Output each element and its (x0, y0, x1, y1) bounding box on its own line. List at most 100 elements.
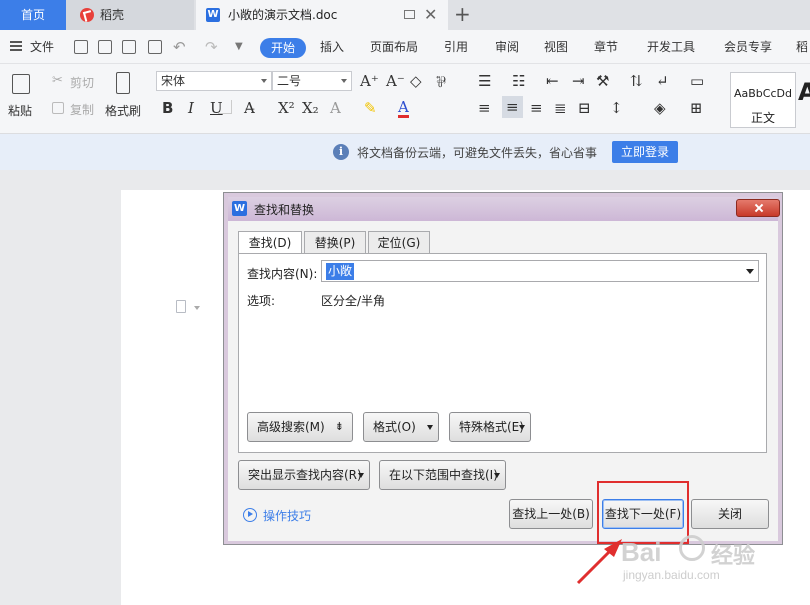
menu-review[interactable]: 审阅 (495, 30, 519, 64)
font-name-select[interactable]: 宋体 (156, 71, 272, 91)
font-size-select[interactable]: 二号 (272, 71, 352, 91)
decrease-indent-icon[interactable]: ⇤ (546, 72, 559, 90)
tab-daoke[interactable]: 稻壳 (66, 0, 194, 30)
tab-replace[interactable]: 替换(P) (304, 231, 366, 253)
borders-icon[interactable]: ⊞ (690, 99, 703, 117)
menu-developer[interactable]: 开发工具 (647, 30, 695, 64)
paste-icon[interactable] (12, 74, 30, 94)
highlight-results-label: 突出显示查找内容(R) (248, 468, 362, 482)
quick-access-more-icon[interactable]: ▼ (235, 30, 243, 64)
show-marks-icon[interactable]: ↵ (656, 72, 669, 90)
options-value: 区分全/半角 (321, 294, 386, 308)
menu-bar: 文件 ↶ ↷ ▼ 开始 插入 页面布局 引用 审阅 视图 章节 开发工具 会员专… (0, 30, 810, 64)
find-history-dropdown-icon[interactable] (746, 269, 754, 274)
strikethrough-icon[interactable]: A̶ (244, 99, 255, 117)
undo-icon[interactable]: ↶ (173, 30, 186, 64)
close-button[interactable]: 关闭 (691, 499, 769, 529)
sort-icon[interactable]: ⇅ (630, 72, 643, 90)
style-name: 正文 (751, 111, 776, 125)
save-icon[interactable] (74, 40, 88, 54)
distributed-icon[interactable]: ⊟ (578, 99, 591, 117)
bullet-list-icon[interactable]: ☰ (478, 72, 491, 90)
special-format-label: 特殊格式(E) (459, 420, 524, 434)
info-icon: i (333, 144, 349, 160)
chinese-layout-icon[interactable]: ⚒ (596, 72, 609, 90)
special-format-button[interactable]: 特殊格式(E) (449, 412, 531, 442)
print-icon[interactable] (98, 40, 112, 54)
menu-file[interactable]: 文件 (30, 30, 54, 64)
export-pdf-icon[interactable] (122, 40, 136, 54)
writer-app-icon: W (232, 201, 247, 216)
login-button[interactable]: 立即登录 (612, 141, 678, 163)
copy-label[interactable]: 复制 (70, 101, 94, 118)
format-button[interactable]: 格式(O) (363, 412, 439, 442)
print-preview-icon[interactable] (148, 40, 162, 54)
menu-page-layout[interactable]: 页面布局 (370, 30, 418, 64)
highlight-results-button[interactable]: 突出显示查找内容(R) (238, 460, 370, 490)
heading-style-preview[interactable]: A (798, 78, 810, 106)
paw-logo-icon (679, 535, 705, 561)
tab-find[interactable]: 查找(D) (238, 231, 302, 255)
tab-daoke-label: 稻壳 (100, 8, 125, 22)
menu-start[interactable]: 开始 (260, 38, 306, 58)
find-input[interactable]: 小敞 (321, 260, 759, 282)
chevron-down-icon (519, 425, 525, 430)
grow-font-icon[interactable]: A⁺ (360, 72, 379, 90)
menu-references[interactable]: 引用 (444, 30, 468, 64)
menu-view[interactable]: 视图 (544, 30, 568, 64)
tab-home[interactable]: 首页 (0, 0, 66, 30)
menu-insert[interactable]: 插入 (320, 30, 344, 64)
subscript-icon[interactable]: X₂ (302, 99, 319, 117)
close-tab-icon[interactable]: ✕ (424, 0, 437, 30)
ruler-icon[interactable]: ▭ (690, 72, 704, 90)
options-label: 选项: (247, 294, 276, 308)
tips-label: 操作技巧 (263, 509, 312, 523)
style-normal[interactable]: AaBbCcDd 正文 (730, 72, 796, 128)
font-color-icon[interactable]: A (398, 99, 409, 118)
menu-member[interactable]: 会员专享 (724, 30, 772, 64)
superscript-icon[interactable]: X² (278, 99, 295, 117)
justify-icon[interactable]: ≣ (554, 99, 567, 117)
play-circle-icon (243, 508, 257, 522)
bold-icon[interactable]: B (162, 99, 173, 117)
tab-document[interactable]: W 小敞的演示文档.doc ✕ (196, 0, 448, 30)
italic-icon[interactable]: I (188, 99, 194, 117)
tab-goto[interactable]: 定位(G) (368, 231, 430, 253)
menu-chapter[interactable]: 章节 (594, 30, 618, 64)
find-previous-button[interactable]: 查找上一处(B) (509, 499, 593, 529)
clear-format-icon[interactable]: ◇ (410, 72, 422, 90)
numbered-list-icon[interactable]: ☷ (512, 72, 525, 90)
format-painter-label[interactable]: 格式刷 (105, 102, 141, 119)
find-in-button[interactable]: 在以下范围中查找(I) (379, 460, 506, 490)
line-spacing-icon[interactable]: ↕ (610, 99, 623, 117)
writer-doc-icon: W (206, 8, 220, 22)
dialog-title: 查找和替换 (254, 203, 315, 217)
menu-daoke[interactable]: 稻 (796, 30, 808, 64)
paragraph-menu-icon[interactable] (176, 300, 186, 313)
align-right-icon[interactable]: ≡ (530, 99, 543, 117)
scissors-icon[interactable]: ✂ (52, 73, 63, 88)
paste-label[interactable]: 粘贴 (8, 102, 32, 119)
new-tab-icon[interactable]: + (454, 0, 471, 28)
highlight-color-icon[interactable]: ✎ (364, 99, 377, 117)
watermark-brand-right: 经验 (711, 544, 756, 569)
shrink-font-icon[interactable]: A⁻ (386, 72, 405, 90)
increase-indent-icon[interactable]: ⇥ (572, 72, 585, 90)
cloud-backup-banner: i 将文档备份云端，可避免文件丢失，省心省事 立即登录 (0, 134, 810, 170)
dialog-titlebar[interactable]: W 查找和替换 (228, 197, 780, 221)
format-painter-icon[interactable] (116, 72, 130, 94)
cut-label[interactable]: 剪切 (70, 74, 94, 91)
window-mode-icon[interactable] (404, 10, 415, 19)
shading-icon[interactable]: ◈ (654, 99, 666, 117)
copy-icon[interactable] (52, 102, 64, 114)
redo-icon[interactable]: ↷ (205, 30, 218, 64)
hamburger-menu-icon[interactable] (10, 41, 22, 51)
format-label: 格式(O) (373, 420, 416, 434)
text-effect-icon[interactable]: A (330, 99, 341, 117)
phonetic-icon[interactable]: ⅌ (436, 72, 446, 92)
advanced-search-button[interactable]: 高级搜索(M) ⇟ (247, 412, 353, 442)
align-left-icon[interactable]: ≡ (478, 99, 491, 117)
paragraph-menu-arrow-icon[interactable] (194, 306, 200, 310)
dialog-close-icon[interactable] (736, 199, 780, 217)
align-center-icon[interactable]: ≡ (502, 96, 523, 118)
